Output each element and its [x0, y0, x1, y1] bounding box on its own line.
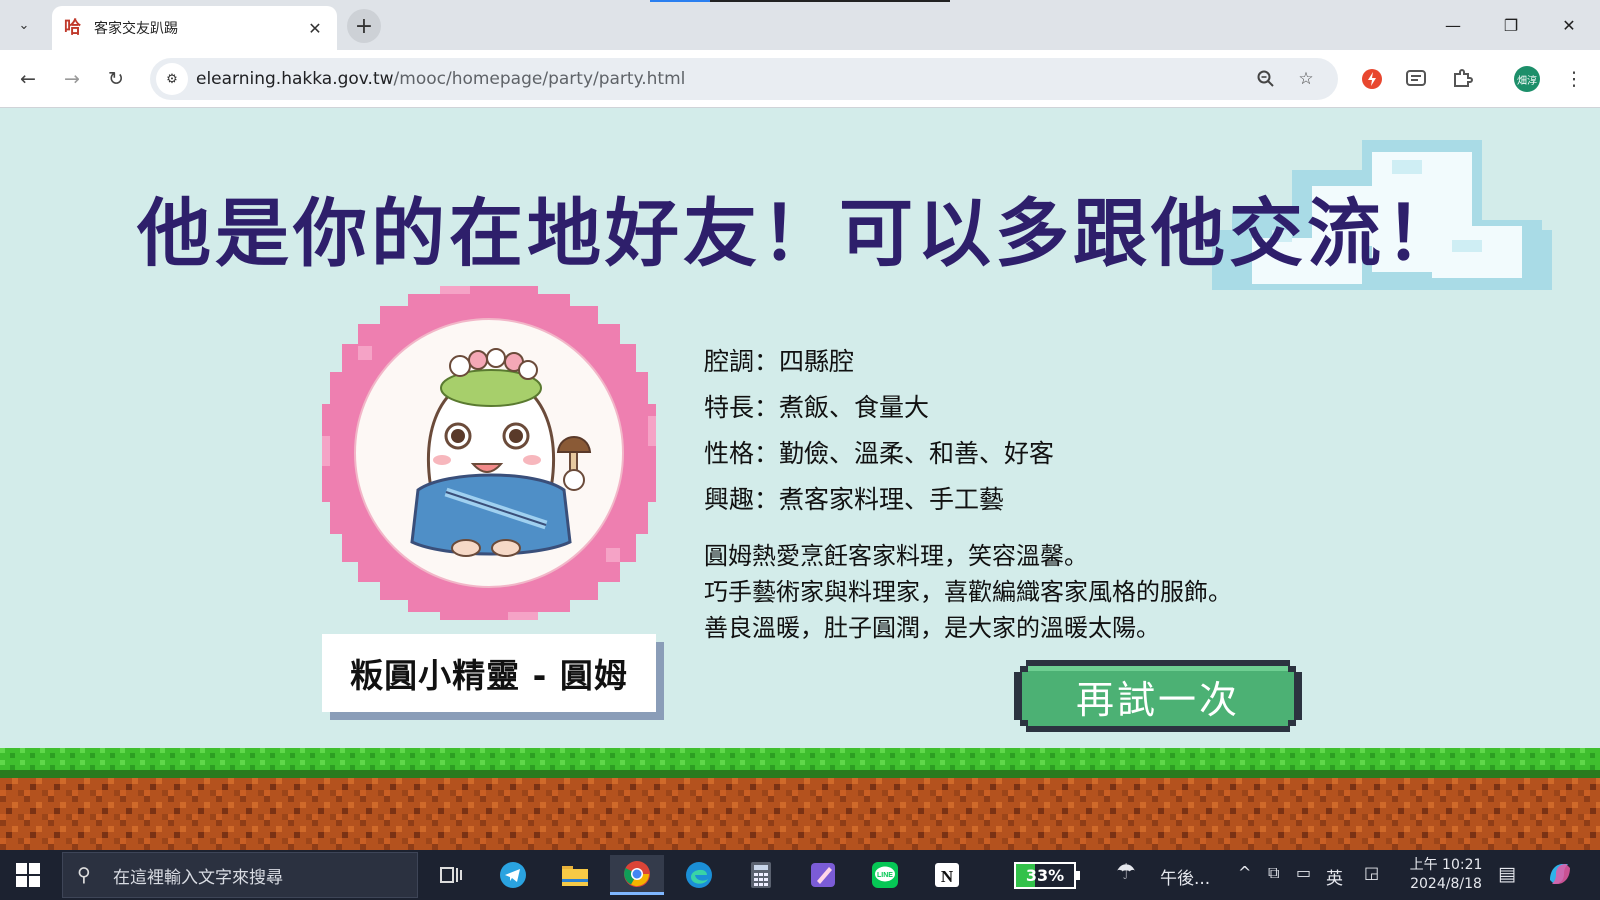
minimize-button[interactable]: — — [1430, 8, 1476, 42]
chevron-up-icon[interactable]: ^ — [1238, 863, 1251, 882]
battery-indicator[interactable]: 33% — [1014, 862, 1080, 889]
taskbar-search-box[interactable]: ⚲ 在這裡輸入文字來搜尋 — [62, 852, 418, 898]
ime-mode-icon[interactable]: ◲ — [1364, 863, 1379, 882]
restore-icon: ❐ — [1503, 15, 1519, 35]
character-name: 粄圓小精靈 - 圓姆 — [322, 634, 656, 712]
arrow-right-icon: → — [64, 68, 80, 90]
weather-rain-icon[interactable]: ☂ — [1116, 860, 1136, 885]
battery-text: 33% — [1025, 866, 1065, 885]
attribute-accent: 腔調：四縣腔 — [704, 347, 855, 376]
reload-icon: ↻ — [108, 68, 124, 90]
description-line: 善良溫暖，肚子圓潤，是大家的溫暖太陽。 — [704, 614, 1160, 642]
tab-search-button[interactable]: ⌄ — [10, 11, 38, 39]
task-view-button[interactable] — [424, 855, 478, 895]
taskbar-clock[interactable]: 上午 10:21 2024/8/18 — [1404, 856, 1488, 894]
clock-date: 2024/8/18 — [1410, 876, 1482, 892]
page-headline: 他是你的在地好友！可以多跟他交流！ — [137, 191, 1463, 277]
star-icon: ☆ — [1298, 69, 1314, 89]
svg-text:N: N — [941, 867, 954, 886]
taskbar-telegram[interactable] — [486, 855, 540, 895]
minimize-icon: — — [1445, 15, 1461, 35]
windows-taskbar: ⚲ 在這裡輸入文字來搜尋 LINE N 33% ☂ 午後... ^ ⧉ ▭ 英 … — [0, 850, 1600, 900]
retry-button[interactable]: 再試一次 — [1014, 660, 1302, 732]
weather-text[interactable]: 午後... — [1160, 864, 1210, 889]
browser-menu-button[interactable]: ⋮ — [1558, 63, 1590, 95]
calculator-icon — [751, 862, 771, 888]
tab-bar: ⌄ 哈 客家交友趴踢 ✕ + — ❐ ✕ — [0, 0, 1600, 50]
battery-nub — [1076, 871, 1080, 880]
taskbar-file-explorer[interactable] — [548, 855, 602, 895]
pixel-ground-decoration — [0, 748, 1600, 850]
reload-button[interactable]: ↻ — [100, 63, 132, 95]
attribute-hobby: 興趣：煮客家料理、手工藝 — [704, 485, 1005, 514]
tab-close-button[interactable]: ✕ — [305, 19, 325, 38]
browser-toolbar: ← → ↻ ⚙ elearning.hakka.gov.tw/mooc/home… — [0, 50, 1600, 108]
bookmark-button[interactable]: ☆ — [1294, 67, 1318, 91]
character-attributes: 腔調：四縣腔 特長：煮飯、食量大 性格：勤儉、溫柔、和善、好客 興趣：煮客家料理… — [704, 344, 1054, 528]
attribute-skill: 特長：煮飯、食量大 — [704, 393, 930, 422]
windows-start-icon[interactable] — [16, 863, 40, 887]
copilot-logo-icon — [1550, 864, 1570, 884]
taskbar-drawing-app[interactable] — [796, 855, 850, 895]
forward-button[interactable]: → — [56, 63, 88, 95]
back-button[interactable]: ← — [12, 63, 44, 95]
site-info-button[interactable]: ⚙ — [156, 63, 188, 95]
taskbar-calculator[interactable] — [734, 855, 788, 895]
close-window-button[interactable]: ✕ — [1546, 8, 1592, 42]
tab-title: 客家交友趴踢 — [94, 21, 178, 37]
notion-icon: N — [935, 863, 959, 887]
profile-avatar[interactable]: 畑淳 — [1514, 66, 1540, 92]
plus-icon: + — [354, 13, 374, 39]
new-tab-button[interactable]: + — [347, 9, 381, 43]
notification-icon[interactable]: ▤ — [1498, 863, 1516, 885]
description-line: 巧手藝術家與料理家，喜歡編織客家風格的服飾。 — [704, 578, 1232, 606]
line-icon: LINE — [872, 862, 898, 888]
party-result-page: 他是你的在地好友！可以多跟他交流！ 粄圓小精靈 - 圓姆 腔調：四縣腔 特長：煮… — [0, 108, 1600, 850]
battery-tray-icon[interactable]: ▭ — [1296, 863, 1311, 882]
network-icon[interactable]: ⧉ — [1268, 863, 1279, 883]
search-icon: ⚲ — [77, 864, 91, 886]
extension-2-button[interactable] — [1400, 63, 1432, 95]
address-bar[interactable]: ⚙ elearning.hakka.gov.tw/mooc/homepage/p… — [150, 58, 1338, 100]
chevron-down-icon: ⌄ — [18, 17, 30, 33]
zoom-button[interactable] — [1254, 67, 1278, 91]
copilot-icon[interactable] — [1546, 860, 1574, 892]
close-icon: ✕ — [1562, 15, 1576, 35]
character-portrait — [354, 318, 624, 588]
puzzle-icon — [1454, 69, 1473, 87]
extensions-button[interactable] — [1446, 63, 1478, 95]
tangyuan-character-image — [410, 348, 592, 557]
character-description: 圓姆熱愛烹飪客家料理，笑容溫馨。 巧手藝術家與料理家，喜歡編織客家風格的服飾。 … — [704, 538, 1232, 646]
chat-extension-icon — [1406, 70, 1426, 86]
zoom-icon — [1257, 70, 1274, 87]
chrome-icon — [624, 860, 650, 887]
url-path: /mooc/homepage/party/party.html — [393, 69, 686, 89]
description-line: 圓姆熱愛烹飪客家料理，笑容溫馨。 — [704, 542, 1088, 570]
tab-active[interactable]: 哈 客家交友趴踢 ✕ — [52, 6, 337, 50]
restore-button[interactable]: ❐ — [1488, 8, 1534, 42]
favicon-icon: 哈 — [64, 18, 81, 38]
taskbar-notion[interactable]: N — [920, 855, 974, 895]
page-load-progress — [650, 0, 950, 2]
attribute-personality: 性格：勤儉、溫柔、和善、好客 — [704, 439, 1055, 468]
edge-icon — [686, 862, 712, 888]
clock-time: 上午 10:21 — [1409, 857, 1483, 873]
url-host: elearning.hakka.gov.tw — [196, 69, 394, 89]
extension-1-button[interactable] — [1356, 63, 1388, 95]
ime-indicator[interactable]: 英 — [1326, 864, 1343, 889]
kebab-icon: ⋮ — [1564, 68, 1584, 90]
task-view-icon — [440, 867, 462, 883]
sketch-icon — [811, 863, 835, 887]
url-text[interactable]: elearning.hakka.gov.tw/mooc/homepage/par… — [196, 69, 685, 89]
taskbar-search-placeholder: 在這裡輸入文字來搜尋 — [113, 867, 283, 888]
taskbar-line[interactable]: LINE — [858, 855, 912, 895]
folder-icon — [562, 866, 588, 886]
taskbar-edge[interactable] — [672, 855, 726, 895]
flash-extension-icon — [1362, 69, 1382, 89]
tune-icon: ⚙ — [166, 71, 178, 87]
svg-text:LINE: LINE — [877, 872, 893, 879]
telegram-icon — [500, 862, 526, 888]
arrow-left-icon: ← — [20, 68, 36, 90]
taskbar-chrome[interactable] — [610, 855, 664, 895]
